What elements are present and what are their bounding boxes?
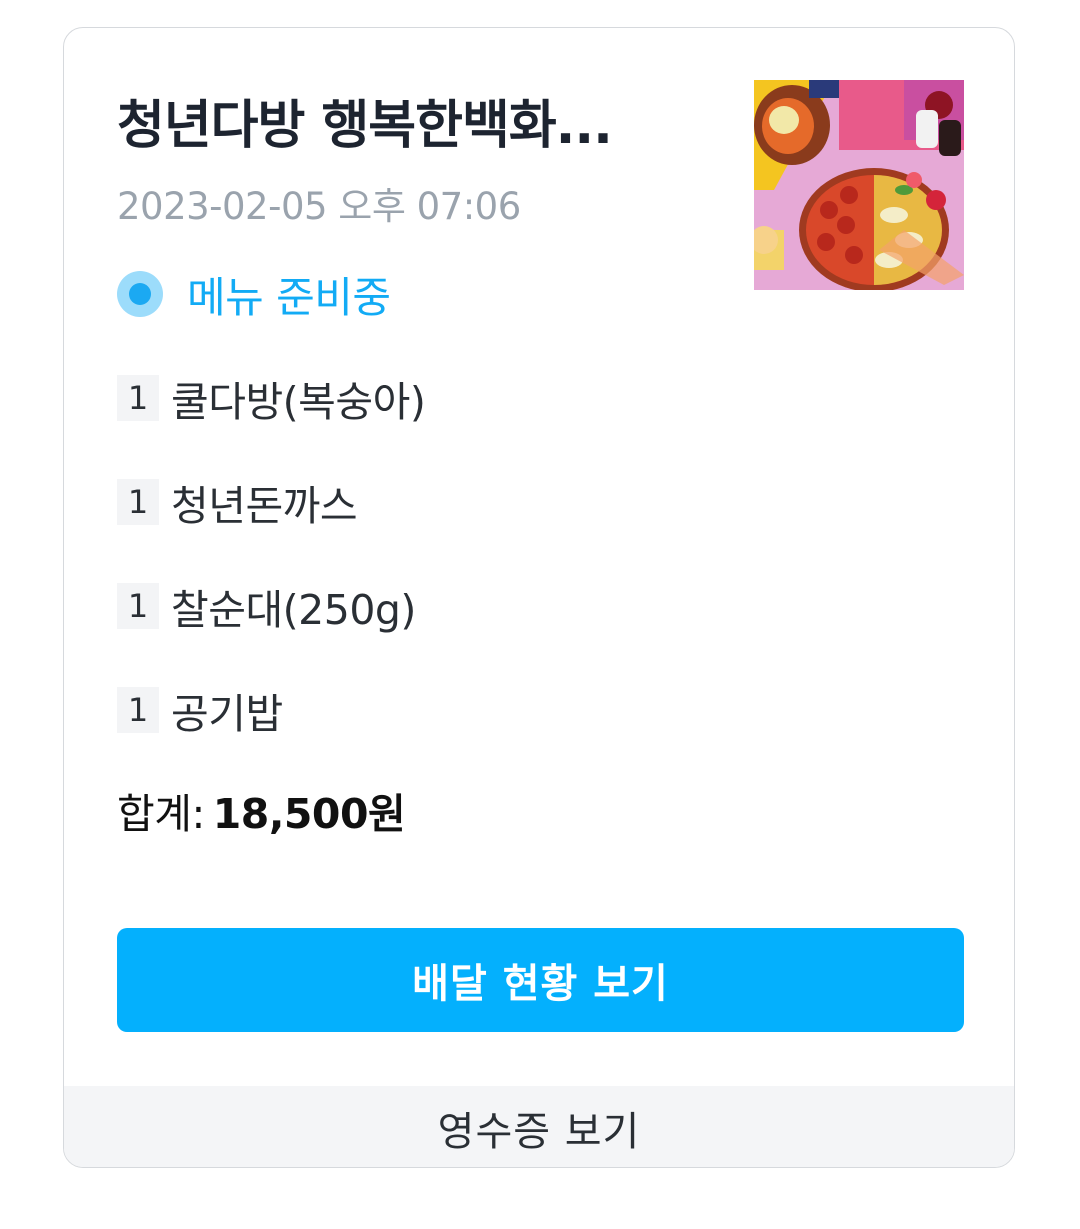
item-name: 쿨다방(복숭아) — [171, 378, 426, 426]
list-item: 1 쿨다방(복숭아) — [117, 368, 426, 428]
food-photo-icon — [754, 80, 964, 290]
menu-list: 1 쿨다방(복숭아) 1 청년돈까스 1 찰순대(250g) 1 공기밥 — [117, 368, 426, 784]
item-name: 청년돈까스 — [171, 482, 358, 530]
order-time: 2023-02-05 오후 07:06 — [117, 185, 521, 228]
list-item: 1 찰순대(250g) — [117, 576, 425, 636]
status-label: 메뉴 준비중 — [187, 272, 391, 322]
item-quantity: 1 — [117, 479, 159, 525]
receipt-button[interactable]: 영수증 보기 — [64, 1086, 1014, 1167]
item-name: 찰순대(250g) — [171, 586, 416, 634]
store-name[interactable]: 청년다방 행복한백화... — [117, 86, 757, 166]
total-value: 18,500원 — [212, 790, 406, 838]
total-label: 합계: — [117, 790, 205, 838]
item-quantity: 1 — [117, 375, 159, 421]
delivery-status-button[interactable]: 배달 현황 보기 — [117, 928, 964, 1032]
order-total: 합계: 18,500원 — [117, 786, 406, 842]
list-item: 1 청년돈까스 — [117, 472, 425, 532]
food-thumbnail[interactable] — [754, 80, 964, 290]
item-quantity: 1 — [117, 583, 159, 629]
list-item: 1 공기밥 — [117, 680, 425, 740]
order-status: 메뉴 준비중 — [117, 266, 391, 322]
order-card: 청년다방 행복한백화... 2023-02-05 오후 07:06 메뉴 준비중… — [63, 27, 1015, 1168]
item-name: 공기밥 — [171, 690, 283, 738]
item-quantity: 1 — [117, 687, 159, 733]
status-dot-icon — [117, 271, 163, 317]
